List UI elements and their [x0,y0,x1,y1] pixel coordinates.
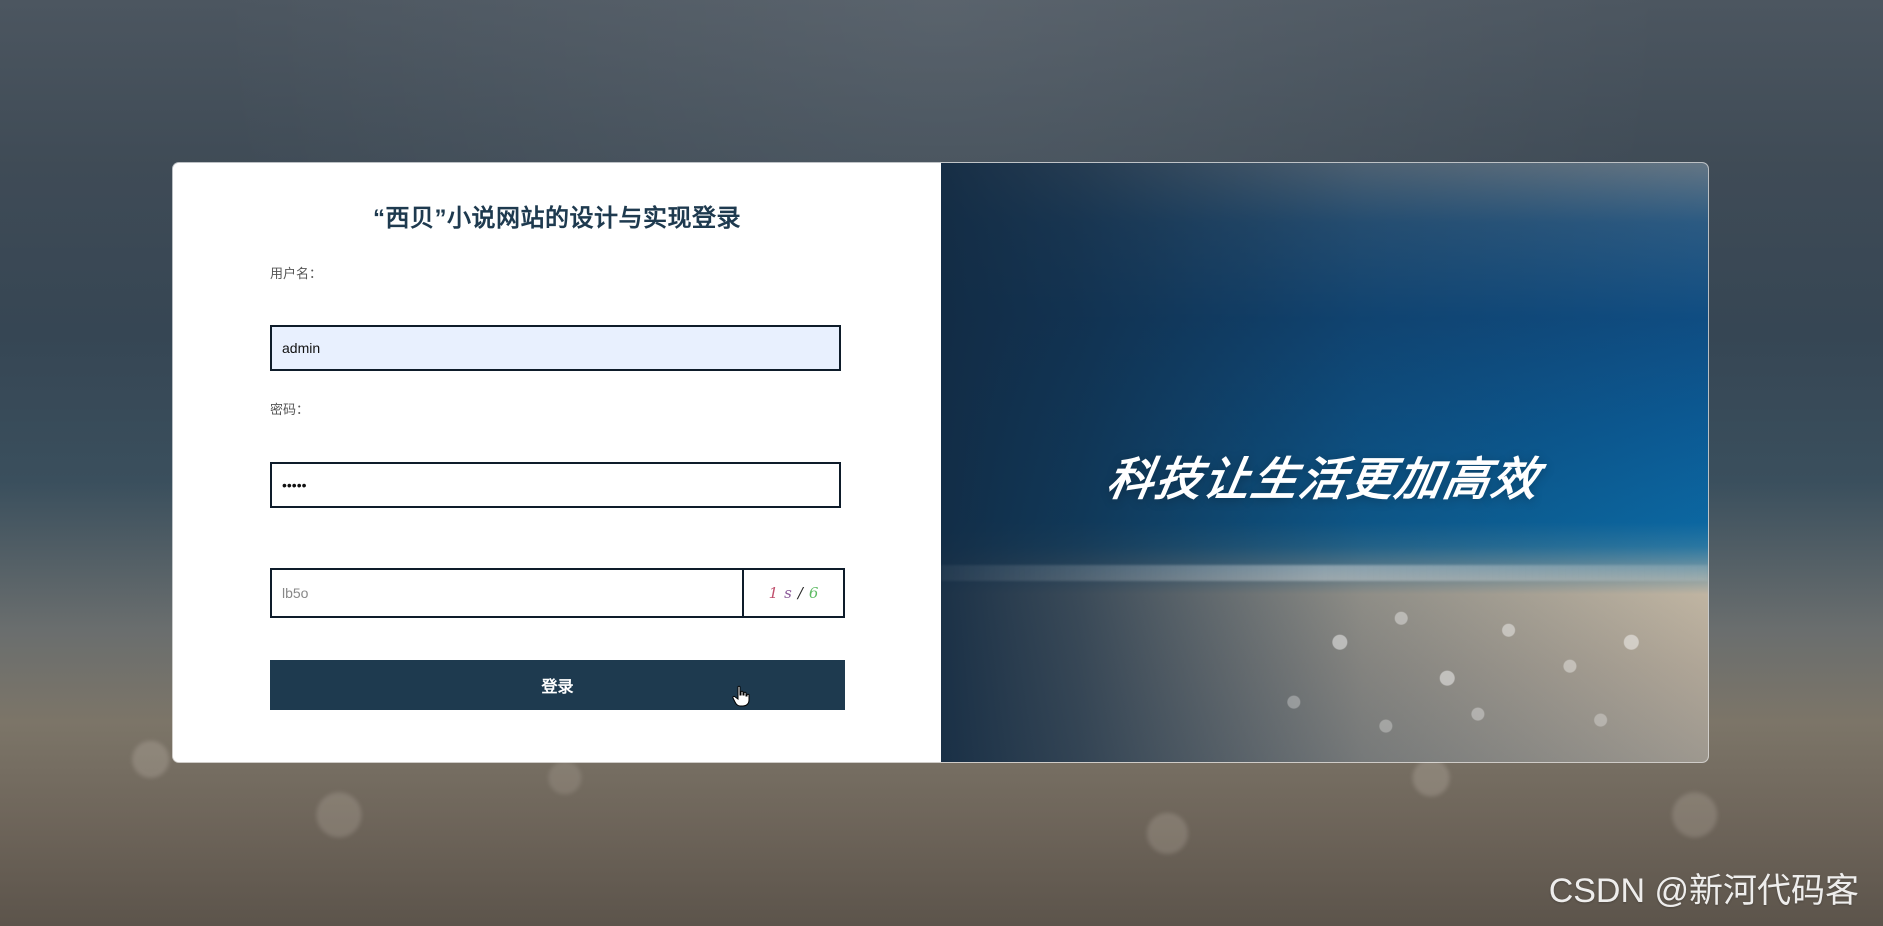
username-label: 用户名： [270,266,323,281]
form-title: “西贝”小说网站的设计与实现登录 [373,205,741,232]
captcha-input[interactable] [270,568,743,618]
captcha-char-3: / [797,584,803,602]
captcha-char-2: s [784,584,792,602]
login-card: “西贝”小说网站的设计与实现登录 用户名： 密码： 1 s / 6 登录 科技让… [173,163,1708,762]
captcha-row: 1 s / 6 [270,568,845,618]
username-input[interactable] [270,325,841,371]
captcha-image[interactable]: 1 s / 6 [743,568,845,618]
hero-slogan: 科技让生活更加高效 [1103,452,1545,506]
password-label: 密码： [270,402,310,417]
login-button[interactable]: 登录 [270,660,845,710]
login-form-panel: “西贝”小说网站的设计与实现登录 用户名： 密码： 1 s / 6 登录 [173,163,941,762]
hero-image-panel: 科技让生活更加高效 [941,163,1708,762]
watermark-text: CSDN @新河代码客 [1548,872,1859,910]
password-input[interactable] [270,462,841,508]
captcha-char-4: 6 [808,584,819,602]
hand-pointer-icon [732,685,750,707]
captcha-char-1: 1 [768,584,779,602]
login-page: “西贝”小说网站的设计与实现登录 用户名： 密码： 1 s / 6 登录 科技让… [0,0,1883,926]
